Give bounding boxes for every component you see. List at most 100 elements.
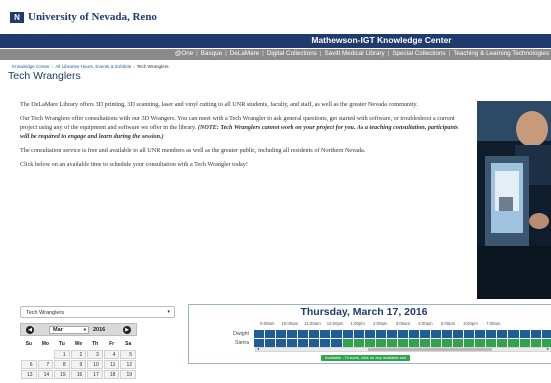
available-slot[interactable] [441,339,453,347]
nav-item[interactable]: Basque [201,50,222,57]
time-label: 5:00pm [440,321,456,326]
available-slot[interactable] [452,339,464,347]
booked-slot [297,339,309,347]
nav-item[interactable]: DeLaMare [230,50,259,57]
booked-slot [253,330,265,338]
calendar-select[interactable]: Tech Wranglers ▾ [20,306,175,318]
datepicker: ◀ Mar ▾ 2016 ▶ Su Mo Tu We Th Fr Sa 1234567891… [20,323,137,380]
library-nav: @One | Basque | DeLaMare | Digital Collections… [0,49,551,60]
booked-slot [286,330,298,338]
breadcrumb: Knowledge Center › All Libraries Hours, Ev… [12,64,169,69]
available-slot[interactable] [496,339,508,347]
nav-separator: | [448,50,451,57]
calendar-day[interactable]: 9 [70,360,87,369]
calendar-day[interactable]: 5 [120,350,136,359]
calendar-empty-cell [38,350,54,359]
calendar-day[interactable]: 6 [21,360,37,369]
booked-slot [463,330,475,338]
time-label: 2:00am [373,321,388,326]
available-slot[interactable] [529,339,541,347]
next-month-icon[interactable]: ▶ [123,326,131,334]
time-label: 7:00am [486,321,501,326]
available-slot[interactable] [485,339,497,347]
available-slot[interactable] [430,339,442,347]
available-slot[interactable] [540,339,551,347]
calendar-day[interactable]: 18 [103,370,120,379]
available-slot[interactable] [363,339,375,347]
time-label: 12:00pm [326,321,344,326]
chevron-down-icon: ▾ [167,309,170,315]
calendar-day[interactable]: 11 [103,360,120,369]
scrollbar-thumb[interactable] [368,348,492,351]
booked-slot [264,330,276,338]
nav-item[interactable]: Digital Collections [267,50,317,57]
nav-item[interactable]: Special Collections [392,50,445,57]
calendar-day[interactable]: 12 [120,360,136,369]
calendar-body: 1 2 3 4 5 6 7 8 9 10 11 12 13 14 15 16 17 18 19 [21,350,136,379]
weekday-label: Mo [41,340,49,347]
calendar-day[interactable]: 19 [120,370,136,379]
scroll-right-icon[interactable]: ▸ [547,346,549,351]
booked-slot [385,330,397,338]
weekday-header: Su Mo Tu We Th Fr Sa [21,338,136,349]
available-slot[interactable] [352,339,364,347]
available-slot[interactable] [385,339,397,347]
university-logo[interactable]: N University of Nevada, Reno [10,11,157,23]
booked-slot [518,330,530,338]
prev-month-icon[interactable]: ◀ [26,326,34,334]
calendar-select-value: Tech Wranglers [26,310,65,316]
available-slot[interactable] [418,339,430,347]
calendar-day[interactable]: 17 [87,370,103,379]
calendar-day[interactable]: 7 [37,360,54,369]
booked-slot [396,330,408,338]
month-select[interactable]: Mar ▾ [49,326,89,334]
booked-slot [430,330,442,338]
available-slot[interactable] [396,339,408,347]
calendar-day[interactable]: 15 [54,370,70,379]
consultation-paragraph: Our Tech Wranglers offer consultations w… [20,114,460,141]
banner-title[interactable]: Mathewson-IGT Knowledge Center [0,35,551,45]
horizontal-scrollbar[interactable]: ◂ ▸ [255,346,551,352]
booked-slot [452,330,464,338]
intro-paragraph: The DeLaMare Library offers 3D printing,… [20,101,418,108]
breadcrumb-item[interactable]: Knowledge Center [12,64,50,69]
nav-item[interactable]: @One [175,50,193,57]
calendar-day[interactable]: 4 [103,350,120,359]
calendar-week: 12345 [21,350,136,359]
time-label: 4:00pm [418,321,433,326]
calendar-day[interactable]: 10 [87,360,103,369]
calendar-day[interactable]: 16 [70,370,87,379]
nav-items: @One | Basque | DeLaMare | Digital Collections… [175,50,549,57]
available-slot[interactable] [474,339,486,347]
calendar-day[interactable]: 3 [87,350,103,359]
breadcrumb-item[interactable]: All Libraries Hours, Events & Exhibits [55,64,131,69]
nav-item[interactable]: Teaching & Learning Technologies [453,50,549,57]
available-slot[interactable] [463,339,475,347]
resource-label: Sierra [235,340,249,346]
available-slot[interactable] [374,339,386,347]
time-header: 9:00am 10:00am 11:00am 12:00pm 1:00pm 2:00am 3… [256,321,505,326]
calendar-day[interactable]: 14 [37,370,54,379]
available-slot[interactable] [407,339,419,347]
breadcrumb-separator: › [51,64,54,69]
time-label: 10:00am [281,321,299,326]
booked-slot [496,330,508,338]
photo-image [477,101,551,299]
calendar-day[interactable]: 8 [54,360,70,369]
calendar-week: 6 7 8 9 10 11 12 [21,360,136,369]
datepicker-header: ◀ Mar ▾ 2016 ▶ [20,323,137,336]
calendar-day[interactable]: 1 [54,350,70,359]
breadcrumb-item: Tech Wranglers [136,64,169,69]
booked-slot [308,339,320,347]
calendar-day[interactable]: 2 [70,350,87,359]
available-slot[interactable] [507,339,519,347]
scroll-left-icon[interactable]: ◂ [257,346,259,351]
booked-slot [352,330,364,338]
unr-n-logo-icon: N [10,11,24,23]
nav-item[interactable]: Savitt Medical Library [325,50,385,57]
booked-slot [529,330,541,338]
available-slot[interactable] [518,339,530,347]
available-slot[interactable] [341,339,353,347]
calendar-day[interactable]: 13 [21,370,37,379]
availability-legend: Available - To book, click on any availa… [321,355,411,361]
